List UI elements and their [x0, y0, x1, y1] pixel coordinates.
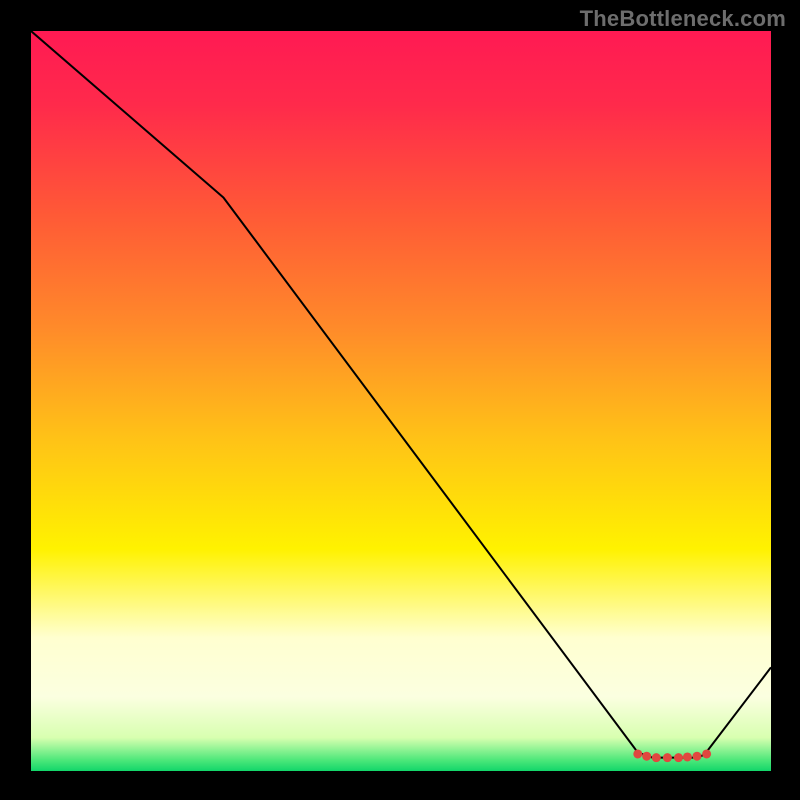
marker-dot [674, 753, 683, 762]
marker-dot [652, 753, 661, 762]
plot-area [31, 31, 771, 771]
watermark-label: TheBottleneck.com [580, 6, 786, 32]
chart-svg [31, 31, 771, 771]
marker-dot [642, 752, 651, 761]
marker-dot [683, 752, 692, 761]
marker-dot [633, 749, 642, 758]
chart-frame: TheBottleneck.com [0, 0, 800, 800]
marker-dot [663, 753, 672, 762]
gradient-background [31, 31, 771, 771]
marker-dot [702, 749, 711, 758]
marker-dot [693, 752, 702, 761]
